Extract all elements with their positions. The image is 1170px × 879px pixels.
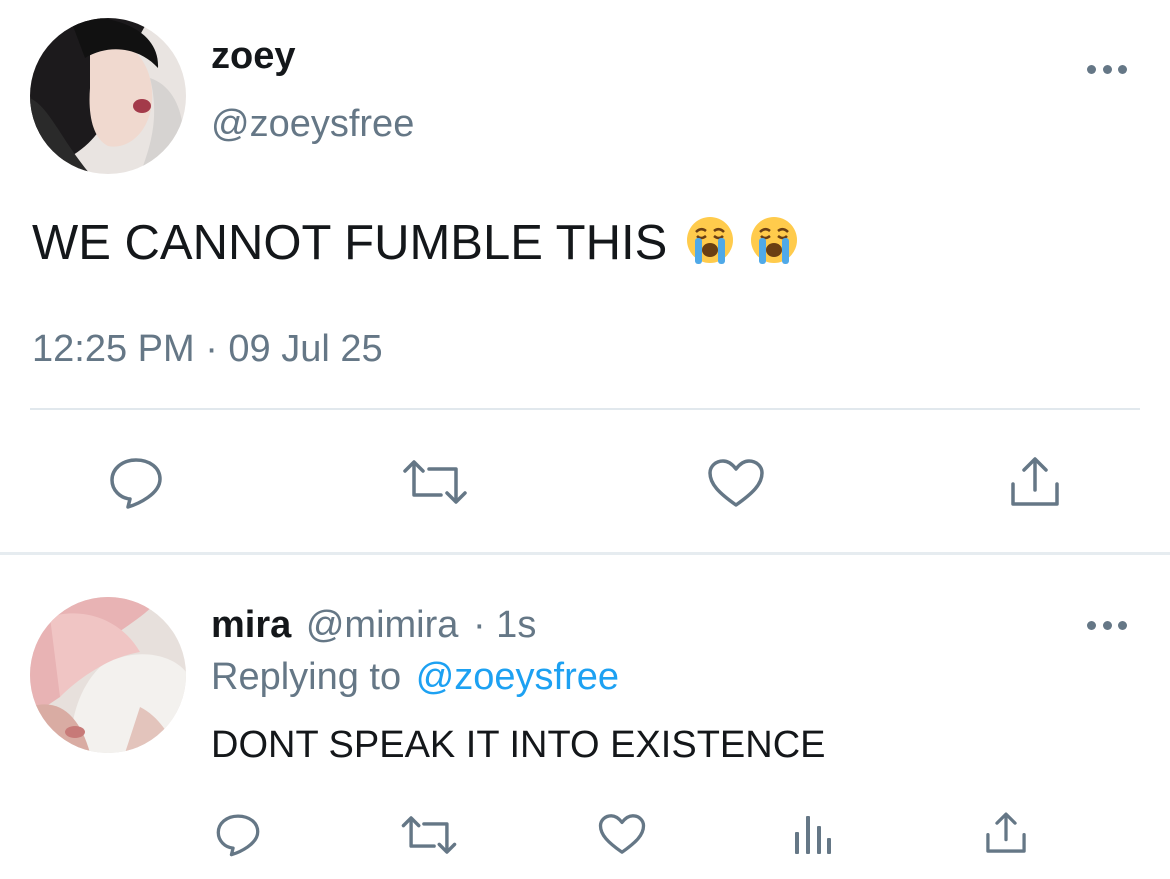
loudly-crying-face-icon bbox=[749, 215, 799, 265]
reply-time[interactable]: · 1s bbox=[473, 604, 536, 646]
tweet-text: WE CANNOT FUMBLE THIS bbox=[32, 216, 668, 270]
divider bbox=[30, 408, 1140, 410]
replying-to-label: Replying to bbox=[211, 656, 402, 698]
reply-share-icon[interactable] bbox=[983, 810, 1029, 856]
share-icon[interactable] bbox=[1007, 454, 1063, 510]
reply-like-icon[interactable] bbox=[598, 813, 646, 855]
tweet-text-line: WE CANNOT FUMBLE THIS bbox=[32, 214, 799, 272]
more-options-icon[interactable] bbox=[1087, 62, 1127, 76]
like-icon[interactable] bbox=[707, 458, 765, 508]
reply-display-name[interactable]: mira bbox=[211, 604, 291, 646]
loudly-crying-face-icon bbox=[685, 215, 735, 265]
reply-reply-icon[interactable] bbox=[215, 812, 261, 858]
reply-text: DONT SPEAK IT INTO EXISTENCE bbox=[211, 724, 826, 766]
author-display-name[interactable]: zoey bbox=[211, 33, 295, 79]
replying-to-line: Replying to @zoeysfree bbox=[211, 654, 619, 700]
reply-header: mira @mimira · 1s bbox=[211, 602, 536, 648]
avatar-mira[interactable] bbox=[30, 597, 186, 753]
reply-more-options-icon[interactable] bbox=[1087, 618, 1127, 632]
reply-handle[interactable]: @mimira bbox=[306, 604, 459, 646]
tweet-timestamp[interactable]: 12:25 PM · 09 Jul 25 bbox=[32, 326, 383, 372]
reply-icon[interactable] bbox=[108, 456, 164, 510]
section-divider bbox=[0, 552, 1170, 555]
replying-to-handle-link[interactable]: @zoeysfree bbox=[416, 656, 619, 698]
reply-retweet-icon[interactable] bbox=[400, 815, 458, 855]
analytics-icon[interactable] bbox=[793, 812, 833, 856]
author-handle[interactable]: @zoeysfree bbox=[211, 101, 414, 147]
retweet-icon[interactable] bbox=[401, 459, 469, 505]
avatar-zoey[interactable] bbox=[30, 18, 186, 174]
